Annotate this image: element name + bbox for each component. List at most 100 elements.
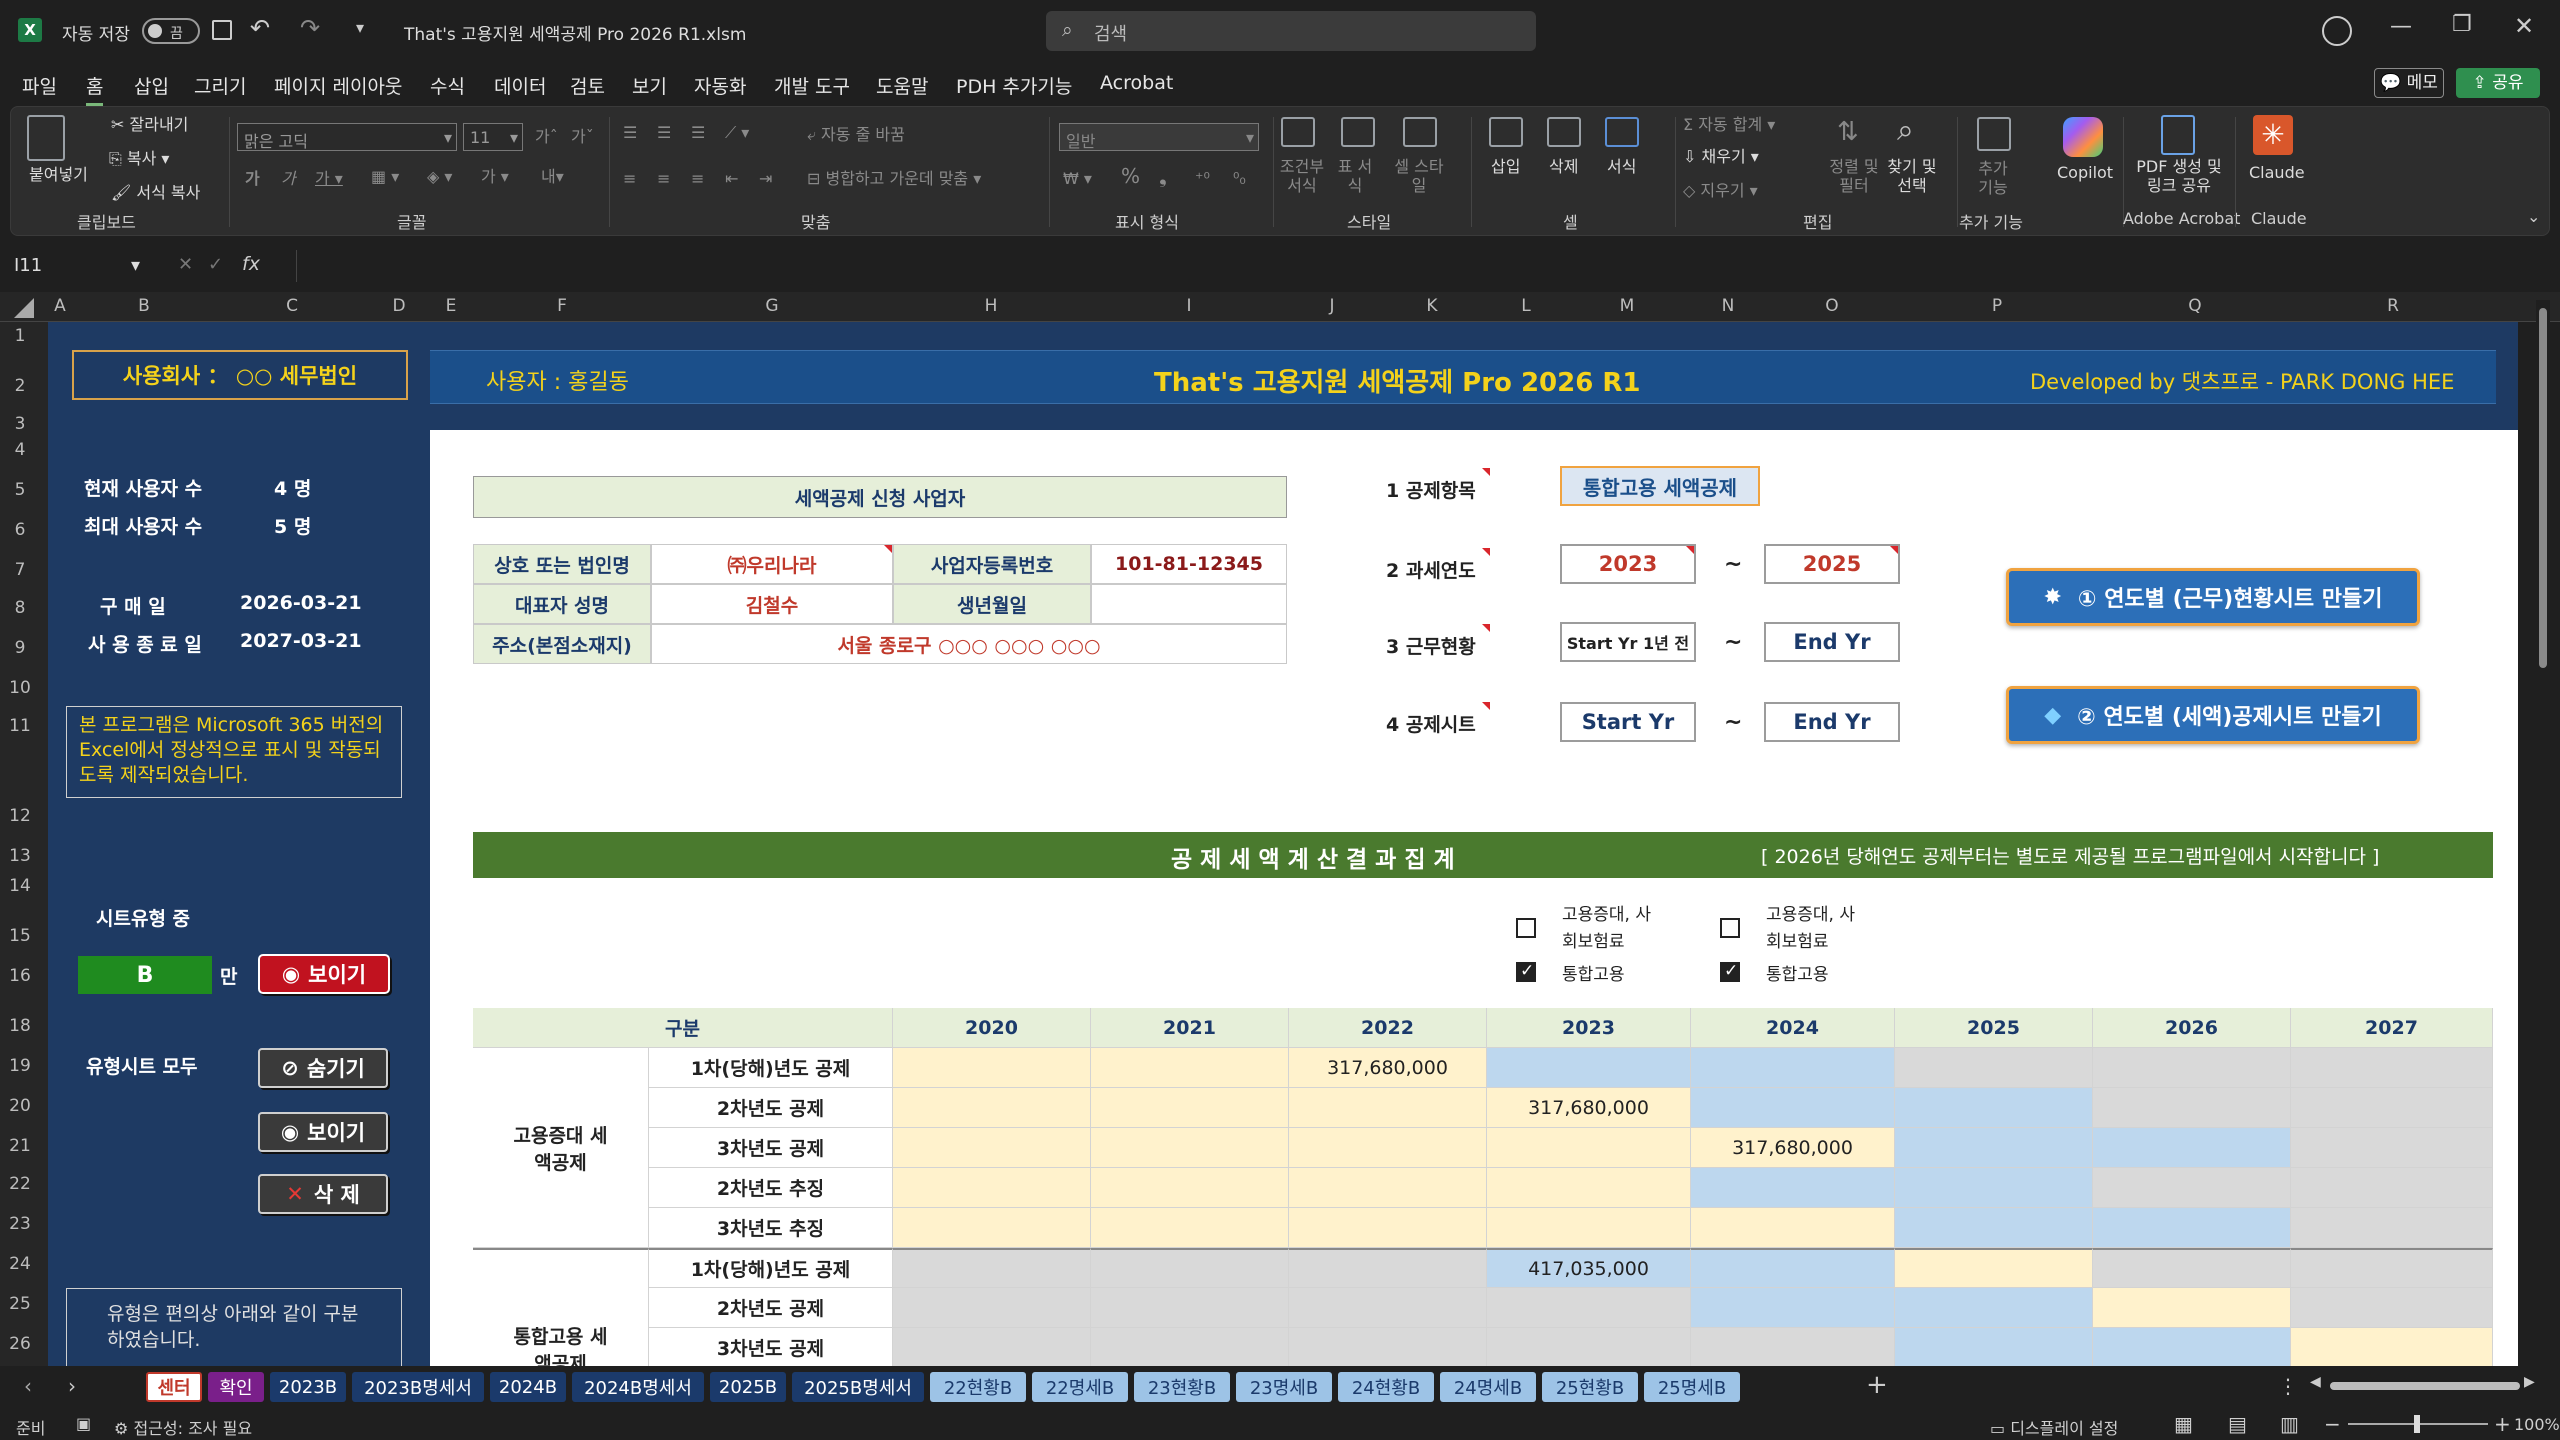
hide-all-button[interactable]: ⊘ 숨기기 [258,1048,388,1088]
enter-icon[interactable]: ✓ [208,254,223,275]
table-cell[interactable] [1289,1088,1487,1128]
table-cell[interactable] [1691,1168,1895,1208]
paste-button[interactable]: 붙여넣기 [29,165,88,184]
row-header[interactable]: 23 [0,1214,40,1234]
menu-insert[interactable]: 삽입 [134,72,169,99]
table-cell[interactable] [1289,1288,1487,1328]
minimize-icon[interactable]: — [2390,14,2412,39]
col-header[interactable]: K [1376,296,1488,316]
table-cell[interactable] [1895,1288,2093,1328]
currency-icon[interactable]: ₩ ▾ [1063,169,1092,188]
format-painter-button[interactable]: 🖌 서식 복사 [111,183,200,202]
col-header[interactable]: O [1766,296,1898,316]
table-cell[interactable] [1691,1248,1895,1288]
grow-font-icon[interactable]: 가ˆ [535,127,558,146]
memo-button[interactable]: 💬 메모 [2374,68,2444,98]
table-cell[interactable] [1091,1048,1289,1088]
row-header[interactable]: 24 [0,1254,40,1274]
table-cell[interactable] [893,1208,1091,1248]
collapse-ribbon-icon[interactable]: ⌄ [2527,207,2540,226]
col-header[interactable]: J [1288,296,1376,316]
table-cell[interactable] [1487,1128,1691,1168]
table-cell[interactable] [1691,1208,1895,1248]
normal-view-icon[interactable]: ▦ [2174,1412,2193,1436]
customize-qat-icon[interactable]: ▾ [356,18,364,37]
clear-button[interactable]: ◇ 지우기 ▾ [1683,181,1758,200]
indent-increase-icon[interactable]: ⇥ [759,169,772,188]
table-cell[interactable] [1091,1208,1289,1248]
table-cell[interactable] [2093,1048,2291,1088]
table-cell[interactable] [893,1328,1091,1366]
border-icon[interactable]: ▦ ▾ [371,167,399,186]
table-cell[interactable]: 317,680,000 [1487,1088,1691,1128]
addins-icon[interactable] [1977,117,2011,151]
bold-icon[interactable]: 가 [245,169,260,188]
col-header[interactable]: P [1898,296,2096,316]
menu-data[interactable]: 데이터 [494,72,546,99]
row-header[interactable]: 18 [0,1016,40,1036]
checkbox-integrated-2[interactable] [1720,961,1740,982]
tab-options-icon[interactable]: ⋮ [2278,1374,2298,1398]
sheet-tab[interactable]: 2023B명세서 [352,1372,484,1402]
col-header[interactable]: M [1564,296,1690,316]
row-header[interactable]: 19 [0,1056,40,1076]
col-header[interactable]: B [72,296,216,316]
cell-styles-icon[interactable] [1403,117,1437,147]
find-select-button[interactable]: 찾기 및 선택 [1887,157,1937,195]
sheet-type-value[interactable]: B [78,956,212,994]
row-header[interactable]: 7 [0,560,40,580]
table-cell[interactable] [1691,1288,1895,1328]
menu-home[interactable]: 홈 [86,72,104,106]
row-header[interactable]: 9 [0,638,40,658]
table-cell[interactable] [1895,1248,2093,1288]
align-left-icon[interactable]: ≡ [623,169,636,188]
save-icon[interactable] [212,20,232,40]
copilot-button[interactable]: Copilot [2057,163,2113,182]
zoom-out-icon[interactable]: − [2324,1412,2341,1436]
col-header[interactable]: L [1488,296,1564,316]
show-type-button[interactable]: ◉ 보이기 [258,954,390,994]
row-header[interactable]: 8 [0,598,40,618]
delete-all-button[interactable]: ✕ 삭 제 [258,1174,388,1214]
menu-file[interactable]: 파일 [22,72,57,99]
sort-filter-button[interactable]: 정렬 및 필터 [1829,157,1879,195]
col-header[interactable]: Q [2096,296,2294,316]
sheet-tab[interactable]: 2025B [710,1372,786,1402]
align-right-icon[interactable]: ≡ [691,169,704,188]
name-box[interactable]: I11 ▾ [10,252,144,280]
menu-draw[interactable]: 그리기 [194,72,246,99]
table-cell[interactable] [2093,1328,2291,1366]
checkbox-employment-increase-2[interactable] [1720,918,1740,938]
table-cell[interactable] [1487,1328,1691,1366]
col-header[interactable]: C [216,296,368,316]
merge-center-button[interactable]: ⊟ 병합하고 가운데 맞춤 ▾ [807,169,981,188]
table-cell[interactable] [2093,1288,2291,1328]
wrap-text-button[interactable]: ⤶ 자동 줄 바꿈 [807,125,905,144]
font-color-icon[interactable]: 가 ▾ [481,167,509,186]
table-cell[interactable] [893,1048,1091,1088]
table-cell[interactable]: 317,680,000 [1691,1128,1895,1168]
table-cell[interactable] [2291,1048,2493,1088]
row-header[interactable]: 25 [0,1294,40,1314]
table-cell[interactable] [1091,1248,1289,1288]
row-header[interactable]: 14 [0,876,40,896]
table-cell[interactable] [1895,1128,2093,1168]
work-status-to[interactable]: End Yr [1764,622,1900,662]
undo-icon[interactable]: ↶ [250,14,270,42]
page-break-view-icon[interactable]: ▥ [2280,1412,2299,1436]
table-cell[interactable] [1895,1328,2093,1366]
col-header[interactable]: H [892,296,1090,316]
col-header[interactable]: F [472,296,652,316]
table-cell[interactable] [1691,1048,1895,1088]
increase-decimal-icon[interactable]: ⁺⁰ [1195,169,1210,188]
indent-decrease-icon[interactable]: ⇤ [725,169,738,188]
worksheet-grid[interactable]: 사용회사 ： ○○ 세무법인 현재 사용자 수 4 명 최대 사용자 수 5 명… [48,322,2518,1366]
insert-cells-button[interactable]: 삽입 [1491,157,1520,176]
shrink-font-icon[interactable]: 가ˇ [571,127,594,146]
sheet-tab[interactable]: 23명세B [1236,1372,1332,1402]
align-top-icon[interactable]: ☰ [623,123,637,142]
table-cell[interactable] [2291,1208,2493,1248]
table-cell[interactable] [2093,1248,2291,1288]
add-sheet-icon[interactable]: + [1866,1370,1888,1400]
row-header[interactable]: 12 [0,806,40,826]
